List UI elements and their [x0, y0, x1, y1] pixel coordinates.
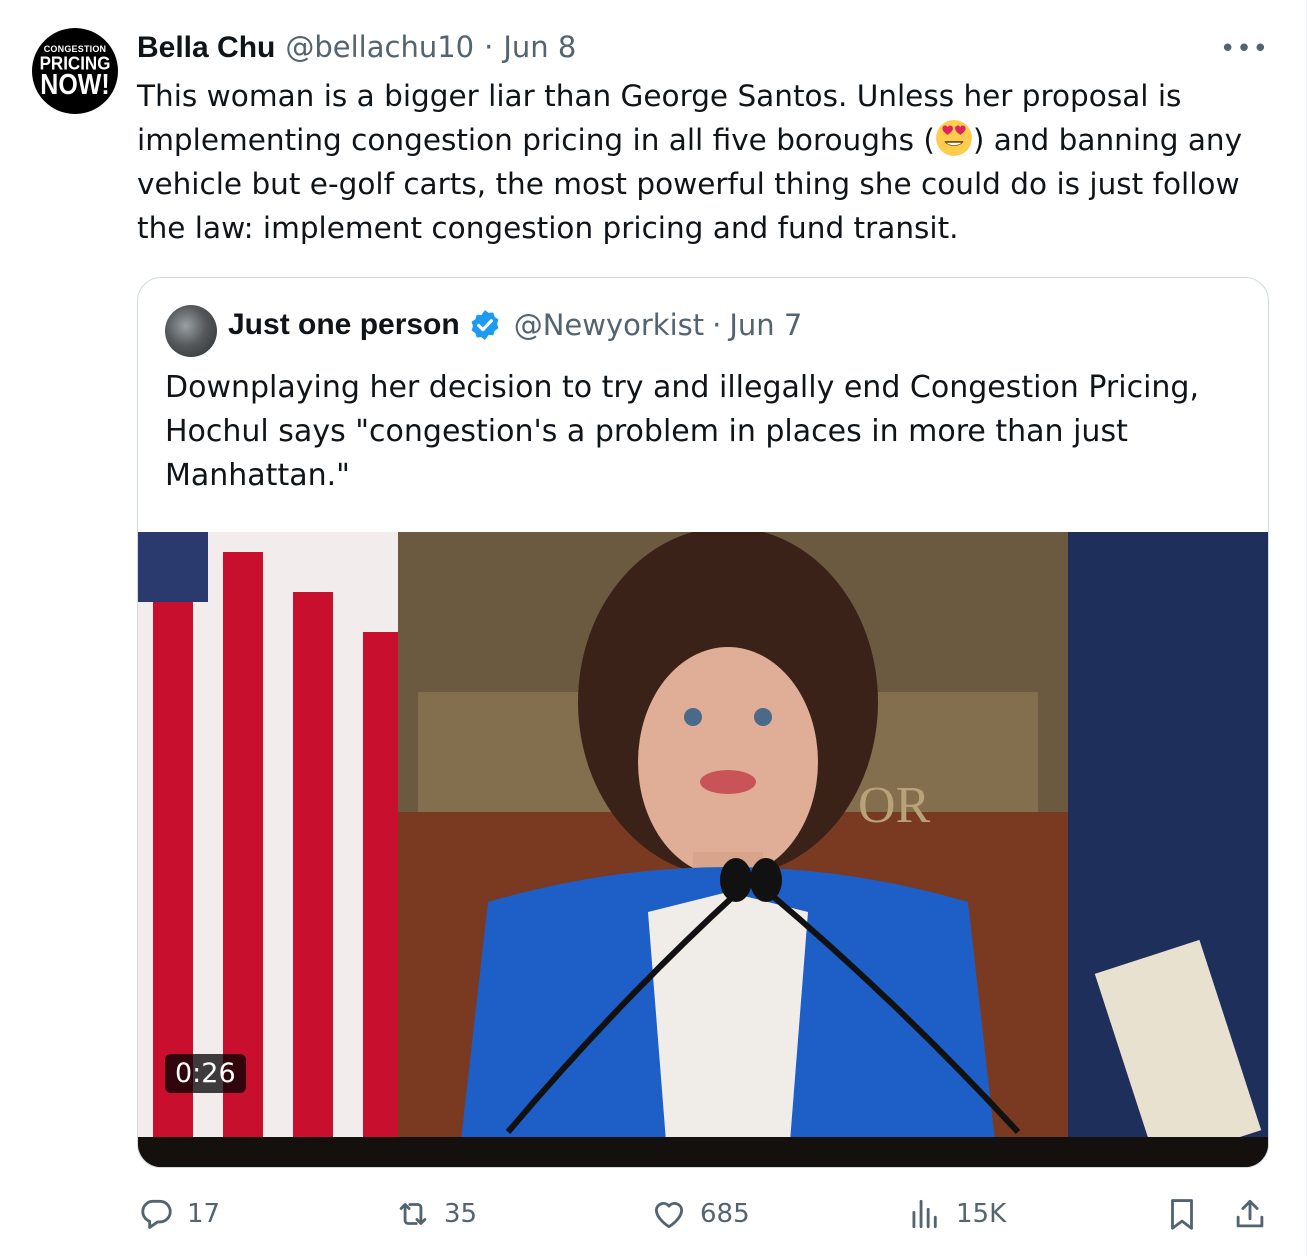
share-button[interactable] — [1231, 1195, 1269, 1233]
quoted-tweet-date[interactable]: Jun 7 — [729, 308, 802, 342]
video-duration-badge: 0:26 — [165, 1054, 246, 1093]
views-icon — [912, 1199, 937, 1229]
bookmark-button[interactable] — [1163, 1195, 1201, 1233]
avatar-text-line3: NOW! — [40, 68, 110, 101]
verified-badge-icon — [471, 310, 499, 340]
tweet-actions-bar: 17 35 685 15K — [0, 1195, 1307, 1245]
share-icon — [1236, 1199, 1264, 1228]
video-frame: OR — [138, 532, 1268, 1167]
repost-icon — [399, 1203, 427, 1225]
quoted-author-avatar[interactable] — [165, 305, 217, 357]
reply-icon — [141, 1199, 172, 1229]
bookmark-icon — [1171, 1199, 1193, 1230]
reply-button[interactable]: 17 — [137, 1195, 220, 1233]
author-name[interactable]: Bella Chu — [137, 31, 275, 65]
more-options-icon[interactable]: ••• — [1220, 34, 1269, 64]
heart-icon — [654, 1202, 684, 1229]
tweet-text: This woman is a bigger liar than George … — [137, 74, 1277, 250]
repost-button[interactable]: 35 — [394, 1195, 477, 1233]
quoted-tweet-text: Downplaying her decision to try and ille… — [165, 370, 1200, 493]
tweet-header: Bella Chu @bellachu10 · Jun 8 — [137, 30, 576, 65]
reply-count: 17 — [187, 1199, 221, 1229]
quoted-header-separator: · — [712, 308, 722, 342]
repost-count: 35 — [444, 1199, 478, 1229]
quoted-tweet-header: Just one person @Newyorkist · Jun 7 — [228, 308, 802, 342]
like-button[interactable]: 685 — [650, 1195, 750, 1233]
svg-text:OR: OR — [858, 777, 931, 834]
author-avatar[interactable]: CONGESTION PRICING NOW! — [32, 28, 118, 114]
quoted-author-name[interactable]: Just one person — [228, 308, 460, 342]
views-button[interactable]: 15K — [906, 1195, 1006, 1233]
views-count: 15K — [956, 1199, 1007, 1229]
like-count: 685 — [700, 1199, 750, 1229]
quoted-author-handle[interactable]: @Newyorkist — [514, 308, 704, 342]
video-player[interactable]: OR 0:26 — [138, 532, 1268, 1167]
quoted-tweet-card[interactable]: Just one person @Newyorkist · Jun 7 Down… — [137, 277, 1269, 1168]
header-separator: · — [484, 30, 494, 64]
author-handle[interactable]: @bellachu10 — [285, 30, 474, 64]
tweet-date[interactable]: Jun 8 — [503, 30, 576, 64]
heart-eyes-emoji-icon — [935, 120, 972, 156]
